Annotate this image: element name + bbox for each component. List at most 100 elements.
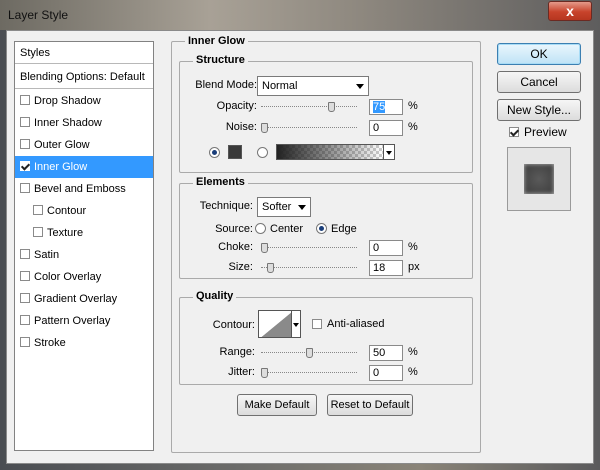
glow-color-swatch[interactable] xyxy=(228,145,242,159)
source-edge-radio[interactable] xyxy=(316,223,327,234)
contour-curve-icon xyxy=(259,311,291,337)
style-checkbox[interactable] xyxy=(33,205,43,215)
style-item-inner-glow[interactable]: Inner Glow xyxy=(15,156,153,178)
style-item-label: Stroke xyxy=(34,337,66,349)
choke-slider[interactable] xyxy=(261,243,357,253)
style-checkbox[interactable] xyxy=(20,95,30,105)
style-item-pattern-overlay[interactable]: Pattern Overlay xyxy=(15,310,153,332)
preview-label[interactable]: Preview xyxy=(524,125,567,139)
style-checkbox[interactable] xyxy=(20,161,30,171)
style-checkbox[interactable] xyxy=(20,337,30,347)
source-edge-label[interactable]: Edge xyxy=(331,223,357,235)
jitter-slider[interactable] xyxy=(261,368,357,378)
style-item-label: Bevel and Emboss xyxy=(34,183,126,195)
range-label: Range: xyxy=(219,346,255,358)
style-item-label: Satin xyxy=(34,249,60,261)
style-item-label: Drop Shadow xyxy=(34,95,101,107)
style-checkbox[interactable] xyxy=(20,117,30,127)
window-title: Layer Style xyxy=(8,8,69,22)
style-item-outer-glow[interactable]: Outer Glow xyxy=(15,134,153,156)
style-item-satin[interactable]: Satin xyxy=(15,244,153,266)
technique-value: Softer xyxy=(262,201,292,213)
size-input[interactable]: 18 xyxy=(369,260,403,276)
style-item-color-overlay[interactable]: Color Overlay xyxy=(15,266,153,288)
title-bar: Layer Style x xyxy=(0,0,600,30)
jitter-unit: % xyxy=(408,366,418,378)
contour-picker[interactable] xyxy=(258,310,292,338)
noise-unit: % xyxy=(408,121,418,133)
chevron-down-icon xyxy=(356,84,364,89)
make-default-button[interactable]: Make Default xyxy=(237,394,317,416)
style-item-drop-shadow[interactable]: Drop Shadow xyxy=(15,90,153,112)
range-slider-thumb[interactable] xyxy=(306,348,313,358)
style-item-contour[interactable]: Contour xyxy=(15,200,153,222)
style-checkbox[interactable] xyxy=(33,227,43,237)
noise-input[interactable]: 0 xyxy=(369,120,403,136)
anti-aliased-label[interactable]: Anti-aliased xyxy=(327,318,384,330)
chevron-down-icon xyxy=(298,205,306,210)
style-item-label: Texture xyxy=(47,227,84,239)
blend-mode-dropdown[interactable]: Normal xyxy=(257,76,369,96)
range-slider[interactable] xyxy=(261,348,357,358)
source-center-label[interactable]: Center xyxy=(270,223,303,235)
style-checkbox[interactable] xyxy=(20,249,30,259)
elements-title: Elements xyxy=(193,176,248,188)
opacity-input[interactable]: 75 xyxy=(369,99,403,115)
style-item-inner-shadow[interactable]: Inner Shadow xyxy=(15,112,153,134)
style-item-texture[interactable]: Texture xyxy=(15,222,153,244)
blend-mode-label: Blend Mode: xyxy=(195,79,257,91)
opacity-label: Opacity: xyxy=(216,100,257,112)
noise-slider[interactable] xyxy=(261,123,357,133)
preview-swatch xyxy=(524,164,554,194)
preview-checkbox[interactable] xyxy=(509,127,519,137)
reset-to-default-button[interactable]: Reset to Default xyxy=(327,394,413,416)
jitter-slider-thumb[interactable] xyxy=(261,368,268,378)
style-item-label: Color Overlay xyxy=(34,271,102,283)
style-checkbox[interactable] xyxy=(20,139,30,149)
style-item-gradient-overlay[interactable]: Gradient Overlay xyxy=(15,288,153,310)
blending-options-item[interactable]: Blending Options: Default xyxy=(15,65,153,89)
choke-slider-thumb[interactable] xyxy=(261,243,268,253)
contour-dropdown-arrow[interactable] xyxy=(291,310,301,338)
opacity-slider-thumb[interactable] xyxy=(328,102,335,112)
choke-unit: % xyxy=(408,241,418,253)
close-button[interactable]: x xyxy=(548,1,592,21)
technique-label: Technique: xyxy=(199,200,253,212)
styles-list: Styles Blending Options: Default Drop Sh… xyxy=(14,41,154,451)
new-style-button[interactable]: New Style... xyxy=(497,99,581,121)
style-item-bevel-and-emboss[interactable]: Bevel and Emboss xyxy=(15,178,153,200)
style-item-stroke[interactable]: Stroke xyxy=(15,332,153,354)
opacity-slider[interactable] xyxy=(261,102,357,112)
gradient-dropdown-arrow[interactable] xyxy=(383,144,395,160)
style-checkbox[interactable] xyxy=(20,293,30,303)
style-preview xyxy=(507,147,571,211)
gradient-picker[interactable] xyxy=(276,144,384,160)
size-unit: px xyxy=(408,261,420,273)
technique-dropdown[interactable]: Softer xyxy=(257,197,311,217)
contour-label: Contour: xyxy=(212,319,255,331)
range-input[interactable]: 50 xyxy=(369,345,403,361)
size-label: Size: xyxy=(228,261,253,273)
panel-title: Inner Glow xyxy=(185,35,248,47)
noise-slider-thumb[interactable] xyxy=(261,123,268,133)
style-checkbox[interactable] xyxy=(20,271,30,281)
quality-title: Quality xyxy=(193,290,237,302)
style-item-label: Pattern Overlay xyxy=(34,315,111,327)
solid-color-radio[interactable] xyxy=(209,147,220,158)
style-item-label: Gradient Overlay xyxy=(34,293,118,305)
style-checkbox[interactable] xyxy=(20,183,30,193)
style-item-label: Outer Glow xyxy=(34,139,90,151)
choke-input[interactable]: 0 xyxy=(369,240,403,256)
ok-button[interactable]: OK xyxy=(497,43,581,65)
anti-aliased-checkbox[interactable] xyxy=(312,319,322,329)
size-slider[interactable] xyxy=(261,263,357,273)
style-item-label: Contour xyxy=(47,205,87,217)
source-center-radio[interactable] xyxy=(255,223,266,234)
style-item-label: Inner Shadow xyxy=(34,117,102,129)
gradient-radio[interactable] xyxy=(257,147,268,158)
size-slider-thumb[interactable] xyxy=(267,263,274,273)
cancel-button[interactable]: Cancel xyxy=(497,71,581,93)
style-checkbox[interactable] xyxy=(20,315,30,325)
styles-header[interactable]: Styles xyxy=(15,42,153,64)
jitter-input[interactable]: 0 xyxy=(369,365,403,381)
